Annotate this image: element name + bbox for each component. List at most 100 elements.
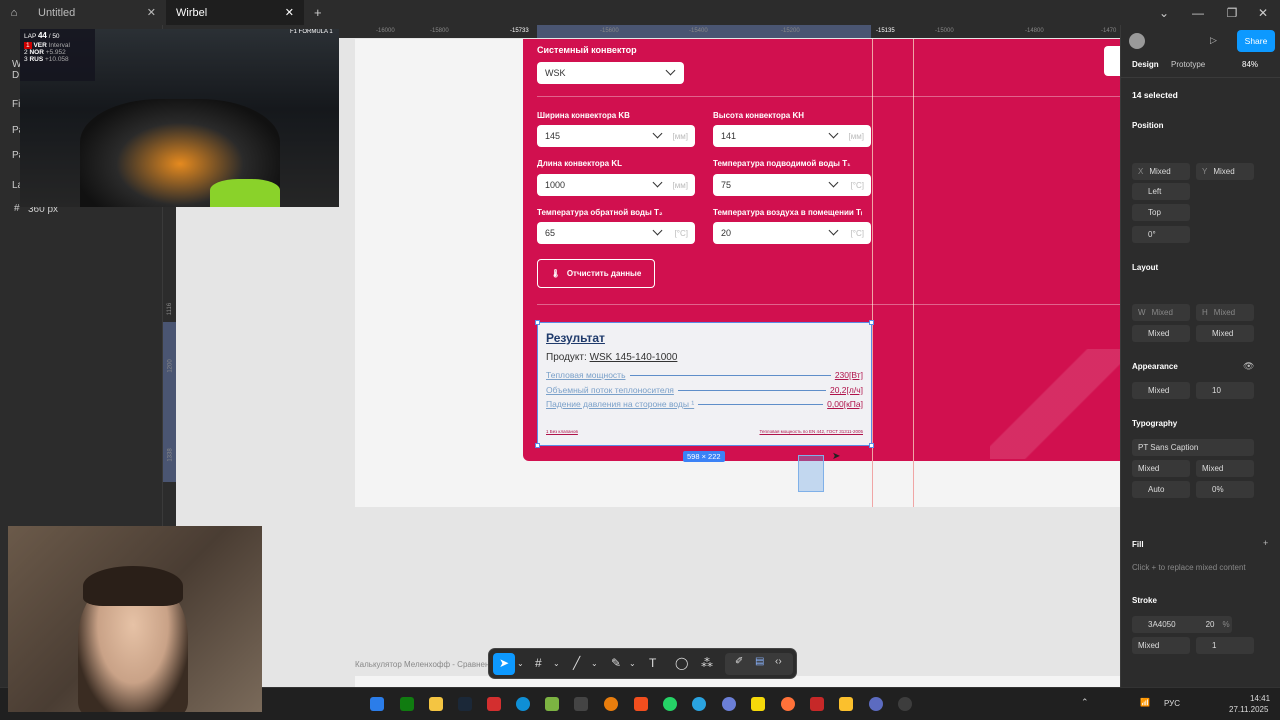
tab-wirbel[interactable]: Wirbel ✕ bbox=[166, 0, 304, 25]
language-indicator[interactable]: РУС bbox=[1164, 699, 1180, 708]
comment-tool-icon[interactable]: ◯ bbox=[675, 656, 688, 670]
text-tool-icon[interactable]: T bbox=[649, 656, 656, 670]
radius-field[interactable]: 10 bbox=[1196, 382, 1254, 399]
room-temp-field[interactable]: 20 [°C] bbox=[713, 222, 871, 244]
telegram-icon[interactable] bbox=[692, 697, 706, 711]
field-label: Температура воздуха в помещении Tₗ bbox=[713, 208, 863, 217]
supply-temp-field[interactable]: 75 [°C] bbox=[713, 174, 871, 196]
clock-time[interactable]: 14:41 bbox=[1250, 694, 1270, 703]
clear-data-button[interactable]: 🌡 Отчистить данные bbox=[537, 259, 655, 288]
tab-design[interactable]: Design bbox=[1132, 60, 1159, 69]
font-size-select[interactable]: Mixed bbox=[1196, 460, 1254, 477]
home-icon[interactable]: ⌂ bbox=[0, 7, 28, 19]
chevron-down-icon[interactable]: ⌄ bbox=[591, 659, 598, 668]
edge-icon[interactable] bbox=[516, 697, 530, 711]
x-field[interactable]: X Mixed bbox=[1132, 163, 1190, 180]
app-icon[interactable] bbox=[574, 697, 588, 711]
steam-icon[interactable] bbox=[458, 697, 472, 711]
resize-handle[interactable] bbox=[535, 320, 540, 325]
app-icon[interactable] bbox=[722, 697, 736, 711]
maximize-button[interactable]: ❐ bbox=[1215, 0, 1249, 25]
xbox-icon[interactable] bbox=[400, 697, 414, 711]
wifi-icon[interactable]: 📶 bbox=[1140, 698, 1150, 707]
stroke-weight-field[interactable]: 1 bbox=[1196, 637, 1254, 654]
y-field[interactable]: Y Mixed bbox=[1196, 163, 1254, 180]
new-tab-button[interactable]: + bbox=[304, 5, 332, 20]
pen-tool-icon[interactable]: ✎ bbox=[611, 656, 621, 670]
tab-untitled[interactable]: Untitled ✕ bbox=[28, 0, 166, 25]
font-weight-select[interactable]: Mixed bbox=[1132, 460, 1190, 477]
plus-icon[interactable]: + bbox=[1263, 538, 1268, 548]
figma-icon[interactable] bbox=[634, 697, 648, 711]
blender-icon[interactable] bbox=[604, 697, 618, 711]
file-explorer-icon[interactable] bbox=[429, 697, 443, 711]
height-field[interactable]: H Mixed bbox=[1196, 304, 1254, 321]
draw-mode-icon[interactable]: ✐ bbox=[735, 656, 743, 667]
app-b-icon[interactable] bbox=[487, 697, 501, 711]
height-field[interactable]: 141 [мм] bbox=[713, 125, 871, 147]
field-unit: [°C] bbox=[674, 228, 688, 238]
app-icon[interactable] bbox=[810, 697, 824, 711]
field-prefix: Y bbox=[1202, 167, 1208, 176]
rotation-field[interactable]: 0° bbox=[1132, 226, 1190, 243]
design-mode-icon[interactable]: ▤ bbox=[755, 656, 764, 667]
resize-handle[interactable] bbox=[535, 443, 540, 448]
close-window-button[interactable]: ✕ bbox=[1246, 0, 1280, 25]
whatsapp-icon[interactable] bbox=[663, 697, 677, 711]
system-select[interactable]: WSK bbox=[537, 62, 684, 84]
scroll-top-button[interactable] bbox=[1104, 46, 1120, 76]
app-icon[interactable] bbox=[839, 697, 853, 711]
field-unit: [мм] bbox=[672, 131, 688, 141]
stroke-position-select[interactable]: Mixed bbox=[1132, 637, 1190, 654]
min-height-field[interactable]: Mixed bbox=[1196, 325, 1254, 342]
eye-icon[interactable]: 👁 bbox=[1243, 361, 1254, 372]
chevron-down-icon[interactable]: ⌄ bbox=[1147, 0, 1181, 25]
resize-handle[interactable] bbox=[869, 443, 874, 448]
frame-caption[interactable]: Калькулятор Меленхофф - Сравнени bbox=[355, 660, 494, 669]
close-icon[interactable]: ✕ bbox=[147, 6, 156, 19]
actions-icon[interactable]: ⁂ bbox=[701, 656, 713, 670]
row-label: Объемный поток теплоносителя bbox=[546, 385, 674, 395]
chevron-down-icon[interactable]: ⌄ bbox=[517, 659, 524, 668]
app-icon[interactable] bbox=[545, 697, 559, 711]
avatar[interactable] bbox=[1129, 33, 1145, 49]
play-icon[interactable]: ▷ bbox=[1210, 35, 1217, 46]
vertical-constraint[interactable]: Top bbox=[1132, 204, 1190, 221]
line-height-field[interactable]: Auto bbox=[1132, 481, 1190, 498]
close-icon[interactable]: ✕ bbox=[285, 6, 294, 19]
windows-start-icon[interactable] bbox=[370, 697, 384, 711]
driver-pos: 2 bbox=[24, 49, 28, 56]
minimize-button[interactable]: — bbox=[1181, 0, 1215, 25]
return-temp-field[interactable]: 65 [°C] bbox=[537, 222, 695, 244]
clock-date[interactable]: 27.11.2025 bbox=[1229, 705, 1268, 714]
stroke-color-field[interactable]: 3A4050 20% bbox=[1132, 616, 1232, 633]
firefox-icon[interactable] bbox=[781, 697, 795, 711]
app-icon[interactable] bbox=[898, 697, 912, 711]
field-value: 65 bbox=[545, 228, 556, 238]
tab-prototype[interactable]: Prototype bbox=[1171, 60, 1205, 69]
chevron-down-icon[interactable]: ⌄ bbox=[553, 659, 560, 668]
line-tool-icon[interactable]: ╱ bbox=[573, 656, 580, 670]
dev-mode-icon[interactable]: ‹› bbox=[775, 656, 782, 667]
ruler-label: -15200 bbox=[781, 28, 800, 34]
row-label: Падение давления на стороне воды ¹ bbox=[546, 399, 695, 409]
chevron-down-icon[interactable]: ⌄ bbox=[629, 659, 636, 668]
ruler-label: -15600 bbox=[600, 28, 619, 34]
zoom-level[interactable]: 84% bbox=[1242, 60, 1258, 69]
horizontal-constraint[interactable]: Left bbox=[1132, 183, 1190, 200]
field-value: Mixed bbox=[1148, 386, 1170, 395]
settings-icon[interactable] bbox=[869, 697, 883, 711]
result-card[interactable]: Результат Продукт: WSK 145-140-1000 Тепл… bbox=[537, 322, 872, 446]
width-field[interactable]: 145 [мм] bbox=[537, 125, 695, 147]
min-width-field[interactable]: Mixed bbox=[1132, 325, 1190, 342]
resize-handle[interactable] bbox=[869, 320, 874, 325]
font-family-select[interactable]: PT Sans Caption bbox=[1132, 439, 1254, 456]
letter-spacing-field[interactable]: 0% bbox=[1196, 481, 1254, 498]
width-field[interactable]: W Mixed bbox=[1132, 304, 1190, 321]
opacity-field[interactable]: Mixed bbox=[1132, 382, 1190, 399]
length-field[interactable]: 1000 [мм] bbox=[537, 174, 695, 196]
chevron-up-icon[interactable]: ⌃ bbox=[1081, 697, 1089, 708]
frame-tool-icon[interactable]: # bbox=[535, 656, 542, 670]
share-button[interactable]: Share bbox=[1237, 30, 1275, 52]
notes-icon[interactable] bbox=[751, 697, 765, 711]
